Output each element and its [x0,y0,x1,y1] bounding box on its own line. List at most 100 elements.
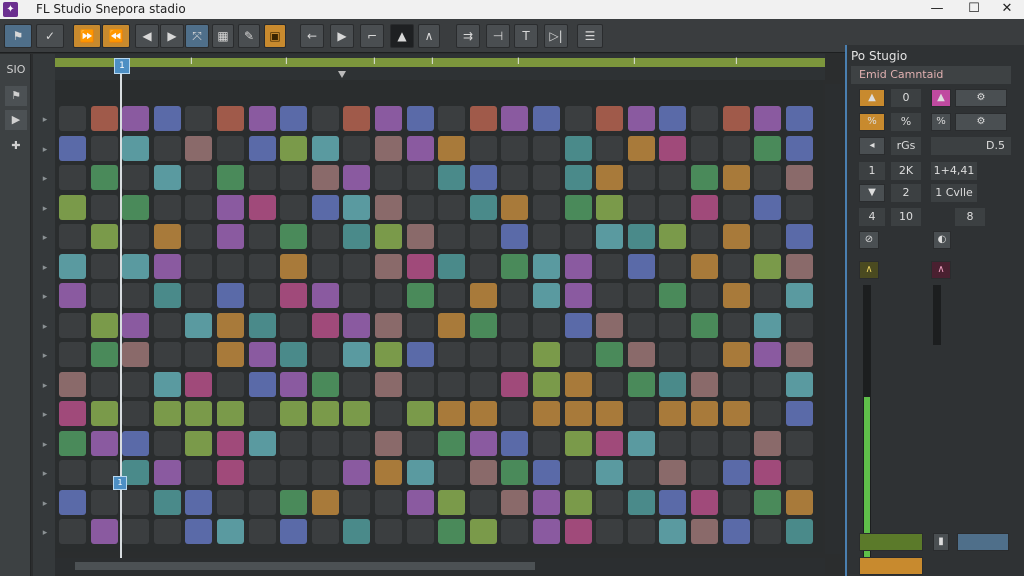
output-selector[interactable] [957,533,1009,551]
step-pad[interactable] [722,312,750,338]
step-pad[interactable] [185,460,213,485]
step-pad[interactable] [501,253,529,279]
step-pad[interactable] [59,489,86,515]
envelope-icon[interactable]: ∧ [859,261,879,279]
step-pad[interactable] [153,371,181,397]
step-pad[interactable] [564,106,592,131]
link-icon[interactable]: % [859,113,885,131]
step-pad[interactable] [564,135,592,161]
step-pad[interactable] [122,519,150,544]
step-pad[interactable] [564,371,592,397]
step-pad[interactable] [754,135,782,161]
step-pad[interactable] [722,430,750,456]
step-pad[interactable] [627,135,655,161]
step-pad[interactable] [90,489,118,515]
volume-fader[interactable] [863,285,871,565]
step-pad[interactable] [343,371,371,397]
timeline-ruler[interactable]: I I I I I I I [55,54,825,80]
value-field-12[interactable]: 4 [859,208,885,226]
step-pad[interactable] [659,460,687,485]
fast-forward-icon[interactable]: ⏩ [73,24,101,48]
marker-icon[interactable]: ⌐ [360,24,384,48]
step-pad[interactable] [59,401,86,426]
step-pad[interactable] [691,194,718,220]
step-pad[interactable] [722,371,750,397]
step-pad[interactable] [469,519,497,544]
step-pad[interactable] [248,342,276,367]
envelope-pink-icon[interactable]: ∧ [931,261,951,279]
value-field-10[interactable]: 8 [955,208,985,226]
step-pad[interactable] [659,519,687,544]
brush-icon[interactable]: ✎ [238,24,260,48]
add-icon[interactable]: ✚ [5,136,27,156]
step-pad[interactable] [596,253,624,279]
step-pad[interactable] [406,401,434,426]
step-pad[interactable] [722,519,750,544]
step-pad[interactable] [153,430,181,456]
step-pad[interactable] [691,519,718,544]
step-pad[interactable] [280,460,308,485]
step-pad[interactable] [564,401,592,426]
step-pad[interactable] [754,253,782,279]
gear-icon[interactable]: ⚙ [955,113,1007,131]
step-pad[interactable] [185,224,213,249]
step-pad[interactable] [722,165,750,190]
step-pad[interactable] [659,312,687,338]
step-pad[interactable] [311,430,339,456]
step-pad[interactable] [375,519,402,544]
vertical-scrollbar[interactable] [825,84,842,554]
step-pad[interactable] [754,194,782,220]
step-pad[interactable] [153,135,181,161]
arrow-up-icon[interactable]: ▲ [859,89,885,107]
row-expand-icon[interactable]: ▸ [39,203,51,215]
step-pad[interactable] [469,253,497,279]
step-pad[interactable] [596,283,624,308]
row-expand-icon[interactable]: ▸ [39,498,51,510]
step-pad[interactable] [122,401,150,426]
step-pad[interactable] [564,460,592,485]
step-pad[interactable] [375,460,402,485]
step-pad[interactable] [564,489,592,515]
step-pad[interactable] [217,430,244,456]
step-pad[interactable] [90,224,118,249]
step-pad[interactable] [122,253,150,279]
value-field-11[interactable]: 1 [859,162,885,180]
snap-icon[interactable]: ▣ [264,24,286,48]
row-expand-icon[interactable]: ▸ [39,527,51,539]
step-pad[interactable] [311,342,339,367]
step-pad[interactable] [248,253,276,279]
step-pad[interactable] [691,253,718,279]
step-pad[interactable] [248,460,276,485]
step-pad[interactable] [343,106,371,131]
step-pad[interactable] [406,312,434,338]
step-pad[interactable] [533,519,560,544]
step-pad[interactable] [59,342,86,367]
step-pad[interactable] [153,401,181,426]
step-pad[interactable] [627,165,655,190]
step-pad[interactable] [375,312,402,338]
step-pad[interactable] [248,106,276,131]
panel-tab[interactable]: Emid Camntaid [851,66,1011,84]
step-pad[interactable] [343,135,371,161]
step-pad[interactable] [469,312,497,338]
step-pad[interactable] [185,430,213,456]
step-pad[interactable] [627,342,655,367]
step-pad[interactable] [59,165,86,190]
step-pad[interactable] [469,489,497,515]
step-pad[interactable] [122,194,150,220]
step-pad[interactable] [785,194,813,220]
step-pad[interactable] [185,371,213,397]
step-pad[interactable] [185,312,213,338]
step-pad[interactable] [501,165,529,190]
step-pad[interactable] [59,371,86,397]
menu-icon[interactable]: ☰ [577,24,603,48]
playhead-bottom-handle[interactable]: 1 [113,476,127,490]
step-pad[interactable] [754,283,782,308]
step-pad[interactable] [691,312,718,338]
value-field-6[interactable]: 1+4,41 [931,162,977,180]
step-pad[interactable] [785,401,813,426]
step-pad[interactable] [659,194,687,220]
value-field-2[interactable]: % [891,113,921,131]
percent-icon[interactable]: % [931,113,951,131]
step-pad[interactable] [375,165,402,190]
